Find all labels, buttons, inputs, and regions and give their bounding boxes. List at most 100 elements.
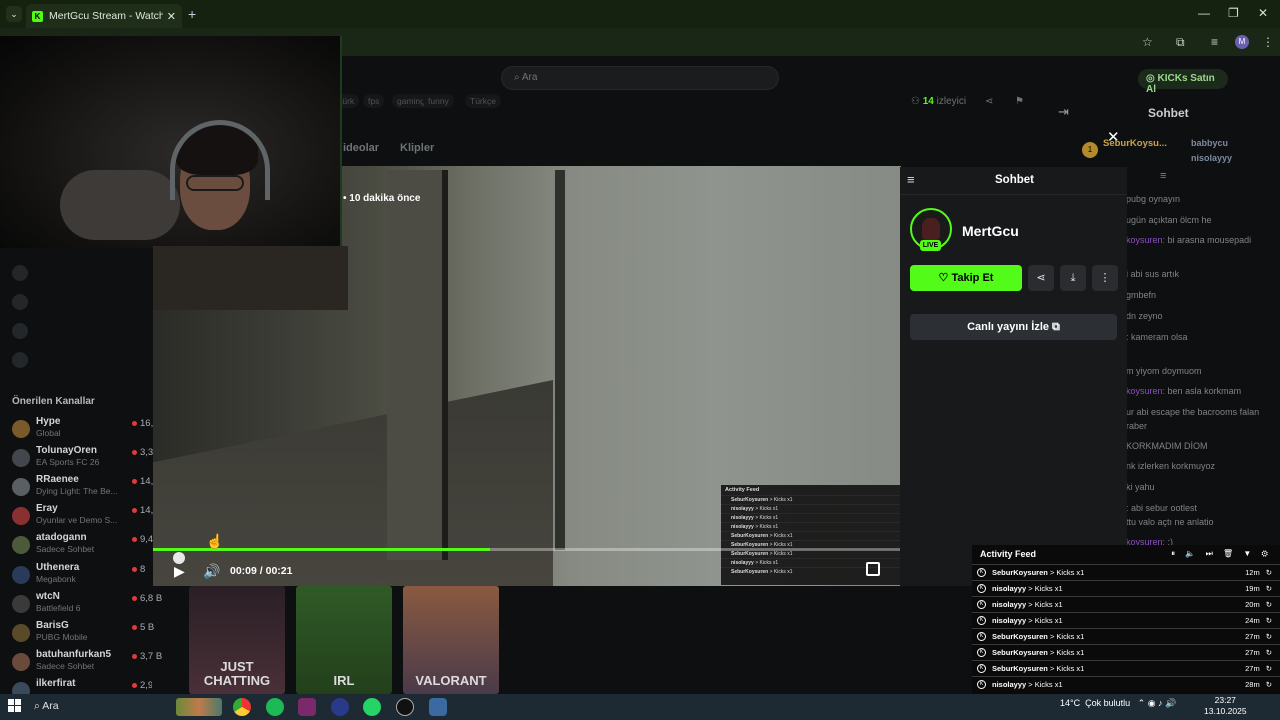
overlay-feed-row: SeburKoysuren > Kicks x1 — [721, 495, 901, 504]
collapse-chat-icon[interactable]: ⇥ — [1058, 104, 1069, 120]
activity-row: K SeburKoysuren > Kicks x1 27m ↻ — [972, 660, 1280, 675]
category-card-just-chatting[interactable]: JUST CHATTING — [189, 586, 285, 694]
exo-app-icon[interactable] — [298, 698, 316, 716]
overlay-feed-row: nisolayyy > Kicks x1 — [721, 504, 901, 513]
kick-icon: K — [977, 663, 986, 673]
sidebar-channel[interactable]: atadogann Sadece Sohbet 9,4 — [12, 532, 153, 560]
stream-tag[interactable]: fps — [363, 94, 385, 108]
system-tray: 14°C Çok bulutlu ⌃ ◉ ♪ 🔊 — [1060, 698, 1177, 708]
play-button[interactable]: ▶ — [174, 563, 185, 580]
minimize-button[interactable]: — — [1198, 6, 1210, 20]
chrome-icon[interactable] — [233, 698, 251, 716]
buy-kicks-button[interactable]: ◎ KICKs Satın Al — [1138, 69, 1228, 95]
category-card-irl[interactable]: IRL — [296, 586, 392, 694]
tab-close-icon[interactable]: ✕ — [167, 10, 176, 23]
second-webcam-strip — [153, 246, 348, 310]
clock-time: 23:27 — [1214, 695, 1236, 705]
chat-line: pubg oynayın — [1126, 194, 1181, 204]
sidebar-channel[interactable]: wtcN Battlefield 6 6,8 B — [12, 591, 162, 619]
chat-line: ki yahu — [1126, 482, 1155, 492]
sidebar-channel[interactable]: BarisG PUBG Mobile 5 B — [12, 620, 154, 648]
app-icon[interactable] — [429, 698, 447, 716]
taskbar-search[interactable]: ⌕ Ara — [34, 697, 174, 717]
kick-icon: K — [977, 679, 986, 689]
share-icon[interactable]: ⋖ — [985, 96, 993, 107]
overlay-feed-title: Activity Feed — [725, 487, 760, 493]
overlay-feed-row: nisolayyy > Kicks x1 — [721, 522, 901, 531]
chat-line: : kameram olsa — [1126, 332, 1188, 342]
kick-icon: K — [977, 615, 986, 625]
profile-avatar[interactable]: M — [1235, 35, 1249, 49]
taskbar-widget-image[interactable] — [176, 698, 222, 716]
tab-list-button[interactable]: ⌄ — [6, 6, 22, 22]
leaderboard-rank-badge: 1 — [1082, 142, 1098, 158]
chat-line: ur abi escape the bacrooms falan — [1126, 407, 1260, 417]
browser-tab[interactable]: K MertGcu Stream - Watch Live o ✕ — [26, 4, 182, 28]
download-button[interactable]: ⤓ — [1060, 265, 1086, 291]
spotify-icon[interactable] — [266, 698, 284, 716]
viewer-label: izleyici — [936, 96, 967, 107]
kick-favicon-icon: K — [32, 10, 43, 22]
category-card-valorant[interactable]: VALORANT — [403, 586, 499, 694]
chat-filter-icon[interactable]: ≡ — [1160, 170, 1166, 182]
weather-temp: 14°C — [1060, 698, 1081, 708]
share-button[interactable]: ⋖ — [1028, 265, 1054, 291]
clock-date: 13.10.2025 — [1204, 706, 1247, 716]
sidebar-channel[interactable]: Eray Oyunlar ve Demo S... 14,7 — [12, 503, 159, 531]
panel-menu-icon[interactable]: ≡ — [907, 172, 915, 187]
stream-tag[interactable]: Türkçe — [465, 94, 501, 108]
channel-name[interactable]: MertGcu — [962, 223, 1019, 239]
flag-icon[interactable]: ⚑ — [1015, 96, 1024, 107]
kick-icon: K — [977, 647, 986, 657]
fullscreen-icon[interactable] — [866, 562, 880, 576]
overlay-feed-row: nisolayyy > Kicks x1 — [721, 513, 901, 522]
obs-icon[interactable] — [396, 698, 414, 716]
new-tab-button[interactable]: + — [188, 6, 196, 22]
activity-feed-controls[interactable]: ⏸ 🔈 ⏭ 🗑 ▼ ⚙ — [1171, 549, 1272, 559]
app-icon[interactable] — [331, 698, 349, 716]
activity-row: K SeburKoysuren > Kicks x1 27m ↻ — [972, 628, 1280, 643]
volume-icon[interactable]: 🔊 — [203, 563, 220, 580]
category-label: VALORANT — [415, 673, 487, 688]
follow-button[interactable]: ♡ Takip Et — [910, 265, 1022, 291]
category-label: JUST CHATTING — [203, 659, 271, 688]
taskbar-search-label: Ara — [42, 700, 59, 712]
webcam-arm — [60, 170, 180, 240]
whatsapp-icon[interactable] — [363, 698, 381, 716]
sidebar-channel[interactable]: RRaenee Dying Light: The Be... 14,8 — [12, 474, 159, 502]
mouse-cursor-icon: ☝ — [206, 533, 224, 549]
extensions-icon[interactable]: ⧉ — [1176, 35, 1185, 50]
sidebar-channel[interactable]: ilkerfirat2,9 B — [12, 678, 152, 694]
restore-button[interactable]: ❐ — [1228, 6, 1239, 20]
media-control-icon[interactable]: ≡ — [1211, 35, 1218, 49]
sidebar-channel[interactable]: batuhanfurkan5 Sadece Sohbet 3,7 B — [12, 649, 162, 677]
kick-icon: K — [977, 567, 986, 577]
taskbar-clock[interactable]: 23:27 13.10.2025 — [1204, 695, 1247, 717]
stream-tag[interactable]: funny — [423, 94, 454, 108]
watch-live-button[interactable]: Canlı yayını İzle ⧉ — [910, 314, 1117, 340]
tab-clips[interactable]: Klipler — [400, 142, 434, 154]
leaderboard-user: babbycu — [1191, 138, 1229, 148]
activity-row: Knisolayyy > Kicks x1 28m ↻ — [972, 676, 1280, 691]
video-doorframe-shadow — [442, 170, 448, 560]
sidebar-ghost-item — [12, 352, 34, 368]
bookmark-star-icon[interactable]: ☆ — [1142, 35, 1153, 49]
chat-line: gmbefn — [1126, 290, 1157, 300]
sidebar-ghost-item — [12, 265, 34, 281]
search-input[interactable]: ⌕ Ara — [501, 66, 779, 90]
activity-feed-title: Activity Feed — [980, 549, 1037, 559]
chat-line: KORKMADIM DİOM — [1126, 441, 1208, 451]
windows-start-icon[interactable] — [8, 699, 22, 713]
sidebar-channel[interactable]: Hype Global 16,6 — [12, 416, 159, 444]
live-badge: LIVE — [920, 240, 941, 251]
chat-line: m yiyom doymuom — [1126, 366, 1202, 376]
more-options-button[interactable]: ⋮ — [1092, 265, 1118, 291]
sidebar-channel[interactable]: TolunayOren EA Sports FC 26 3,3 — [12, 445, 153, 473]
tab-videos[interactable]: ideolar — [343, 142, 379, 154]
watch-live-label: Canlı yayını İzle — [967, 321, 1049, 333]
sidebar-channel[interactable]: Uthenera Megabonk 8 — [12, 562, 152, 590]
browser-menu-icon[interactable]: ⋮ — [1262, 35, 1274, 49]
video-progress-fill — [153, 548, 490, 551]
activity-feed-header: Activity Feed ⏸ 🔈 ⏭ 🗑 ▼ ⚙ — [972, 545, 1280, 563]
close-window-button[interactable]: ✕ — [1258, 6, 1268, 20]
